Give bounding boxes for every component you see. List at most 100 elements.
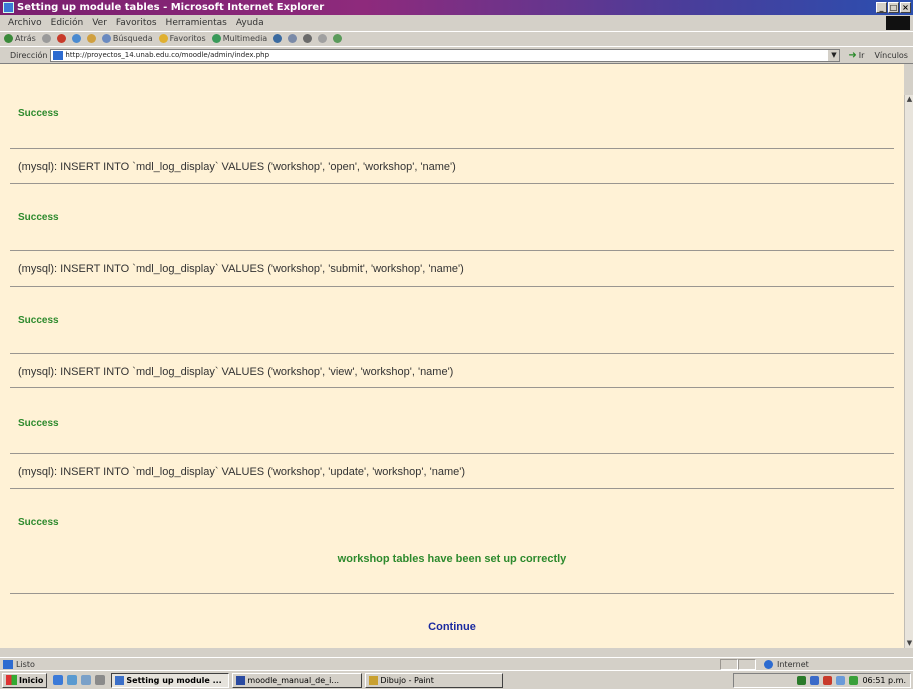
- divider: [10, 488, 894, 489]
- page-icon: [53, 50, 64, 60]
- refresh-icon: [71, 34, 81, 43]
- start-button[interactable]: Inicio: [2, 672, 48, 688]
- media-icon: [211, 34, 221, 43]
- paint-task-icon: [369, 675, 379, 685]
- back-button[interactable]: Atrás: [4, 34, 36, 43]
- taskbar-item-paint[interactable]: Dibujo - Paint: [365, 672, 504, 688]
- system-tray: 06:51 p.m.: [733, 673, 911, 688]
- menu-favoritos[interactable]: Favoritos: [116, 18, 157, 28]
- zone-label: Internet: [777, 659, 809, 669]
- divider: [10, 148, 894, 149]
- taskbar-item-ie[interactable]: Setting up module ...: [111, 672, 230, 688]
- url-text: http://proyectos_14.unab.edu.co/moodle/a…: [65, 51, 270, 59]
- continue-link[interactable]: Continue: [0, 621, 904, 633]
- star-icon: [158, 34, 168, 43]
- page-done-icon: [3, 659, 13, 669]
- standard-toolbar: Atrás Búsqueda Favoritos Multimedia: [0, 31, 913, 45]
- home-button[interactable]: [86, 34, 96, 43]
- globe-icon: [764, 659, 773, 669]
- menu-ayuda[interactable]: Ayuda: [236, 18, 264, 28]
- menu-bar: Archivo Edición Ver Favoritos Herramient…: [0, 15, 913, 31]
- scroll-up-icon[interactable]: ▲: [905, 95, 913, 104]
- address-bar: Dirección http://proyectos_14.unab.edu.c…: [0, 46, 913, 64]
- menu-edicion[interactable]: Edición: [51, 18, 84, 28]
- messenger-icon: [333, 34, 343, 43]
- ie-quicklaunch-icon[interactable]: [53, 675, 64, 685]
- window-title-bar[interactable]: Setting up module tables - Microsoft Int…: [0, 0, 913, 15]
- success-message: Success: [18, 212, 59, 223]
- media-quicklaunch-icon[interactable]: [95, 675, 106, 685]
- taskbar-item-word[interactable]: moodle_manual_de_i...: [232, 672, 363, 688]
- desktop-quicklaunch-icon[interactable]: [81, 675, 92, 685]
- search-label: Búsqueda: [112, 34, 153, 43]
- close-button[interactable]: ×: [900, 2, 911, 13]
- print-button[interactable]: [303, 34, 313, 43]
- status-panel: [720, 658, 738, 670]
- history-button[interactable]: [273, 34, 283, 43]
- mail-button[interactable]: [288, 34, 298, 43]
- success-message: Success: [18, 315, 59, 326]
- word-task-icon: [236, 675, 246, 685]
- minimize-button[interactable]: _: [876, 2, 887, 13]
- security-zone: Internet: [756, 659, 856, 669]
- antivirus-icon[interactable]: [823, 676, 833, 685]
- media-label: Multimedia: [222, 34, 268, 43]
- status-bar: Listo Internet: [0, 657, 913, 670]
- links-button[interactable]: Vínculos: [874, 51, 908, 60]
- window-title: Setting up module tables - Microsoft Int…: [17, 2, 325, 13]
- chevron-down-icon[interactable]: ▼: [828, 49, 840, 61]
- tray-app-icon[interactable]: [810, 676, 820, 685]
- forward-button[interactable]: [41, 34, 51, 43]
- success-message: Success: [18, 108, 59, 119]
- page-content-top: [0, 64, 904, 95]
- url-input[interactable]: http://proyectos_14.unab.edu.co/moodle/a…: [50, 48, 841, 62]
- scroll-down-icon[interactable]: ▼: [905, 639, 913, 648]
- divider: [10, 353, 894, 354]
- history-icon: [273, 34, 283, 43]
- media-button[interactable]: Multimedia: [211, 34, 268, 43]
- volume-icon[interactable]: [836, 676, 846, 685]
- divider: [10, 593, 894, 594]
- menu-ver[interactable]: Ver: [92, 18, 107, 28]
- task-label: Setting up module ...: [126, 675, 222, 685]
- stop-button[interactable]: [56, 34, 66, 43]
- status-text: Listo: [16, 659, 35, 669]
- clock[interactable]: 06:51 p.m.: [862, 676, 906, 685]
- maximize-button[interactable]: □: [888, 2, 899, 13]
- go-arrow-icon: ➜: [848, 49, 857, 61]
- address-label: Dirección: [10, 50, 48, 60]
- summary-message: workshop tables have been set up correct…: [337, 553, 567, 565]
- messenger-tray-icon[interactable]: [849, 676, 859, 685]
- menu-archivo[interactable]: Archivo: [8, 18, 42, 28]
- print-icon: [303, 34, 313, 43]
- favorites-button[interactable]: Favoritos: [158, 34, 206, 43]
- outlook-quicklaunch-icon[interactable]: [67, 675, 78, 685]
- sql-statement: (mysql): INSERT INTO `mdl_log_display` V…: [18, 263, 464, 275]
- forward-arrow-icon: [41, 34, 51, 43]
- divider: [10, 286, 894, 287]
- divider: [10, 250, 894, 251]
- edit-button[interactable]: [318, 34, 328, 43]
- search-icon: [101, 34, 111, 43]
- stop-icon: [56, 34, 66, 43]
- favorites-label: Favoritos: [169, 34, 206, 43]
- network-icon[interactable]: [797, 676, 807, 685]
- divider: [10, 183, 894, 184]
- sql-statement: (mysql): INSERT INTO `mdl_log_display` V…: [18, 366, 454, 378]
- ie-task-icon: [115, 675, 125, 685]
- messenger-button[interactable]: [333, 34, 343, 43]
- divider: [10, 387, 894, 388]
- refresh-button[interactable]: [71, 34, 81, 43]
- search-button[interactable]: Búsqueda: [101, 34, 153, 43]
- task-label: moodle_manual_de_i...: [247, 675, 340, 685]
- go-button[interactable]: ➜ Ir: [848, 50, 864, 61]
- go-label: Ir: [858, 50, 865, 60]
- page-content: Success (mysql): INSERT INTO `mdl_log_di…: [0, 95, 904, 648]
- windows-logo-icon: [886, 16, 910, 30]
- menu-herramientas[interactable]: Herramientas: [166, 18, 227, 28]
- start-label: Inicio: [19, 675, 44, 685]
- sql-statement: (mysql): INSERT INTO `mdl_log_display` V…: [18, 161, 456, 173]
- status-panel-main: Listo: [0, 659, 720, 669]
- success-message: Success: [18, 418, 59, 429]
- vertical-scrollbar[interactable]: ▲ ▼: [904, 95, 913, 648]
